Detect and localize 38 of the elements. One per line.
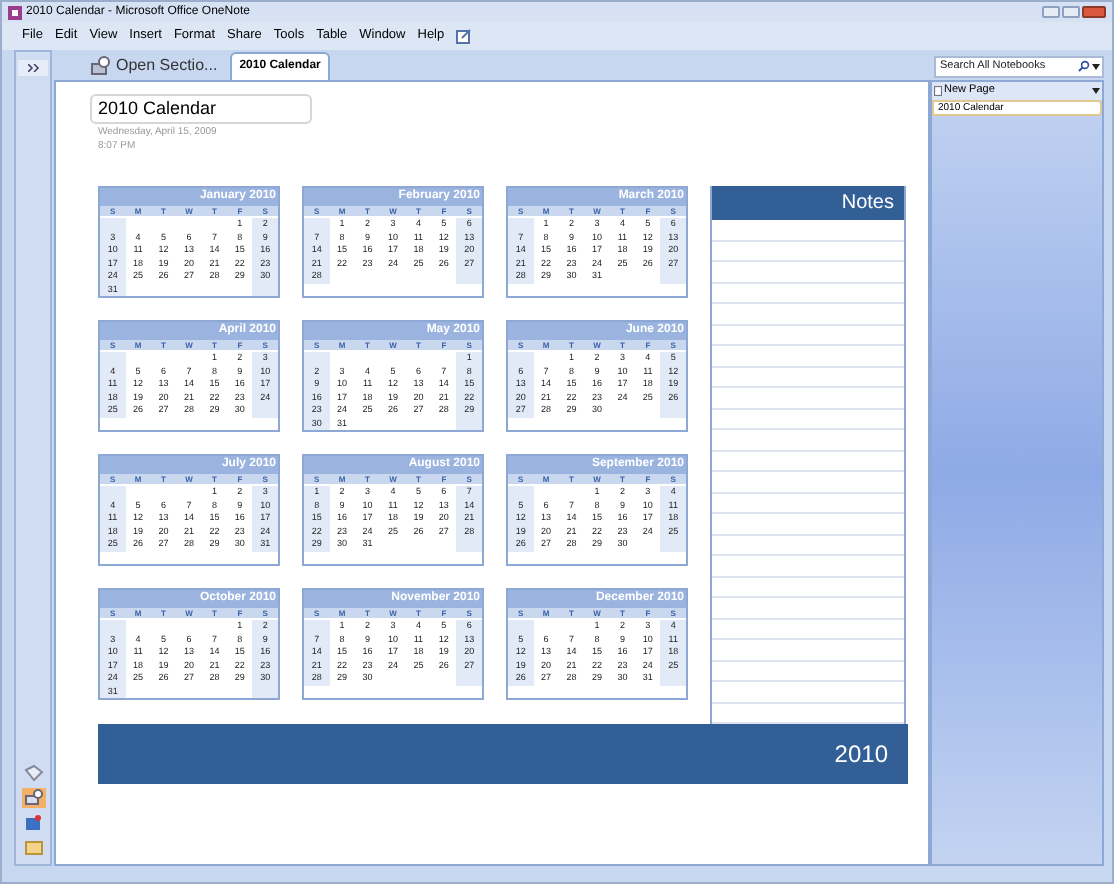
weekend-shading xyxy=(252,404,278,417)
notes-title: Notes xyxy=(712,186,904,220)
close-button[interactable] xyxy=(1082,6,1106,18)
page-title-field[interactable]: 2010 Calendar xyxy=(90,94,312,124)
weekend-shading xyxy=(456,270,482,283)
weekend-shading xyxy=(304,620,330,633)
weekend-shading xyxy=(508,218,534,231)
window-icon[interactable] xyxy=(456,28,473,44)
weekend-shading xyxy=(100,486,126,499)
section-tab[interactable]: Open Sectio... xyxy=(82,52,226,80)
weekend-shading xyxy=(304,352,330,365)
app-icon xyxy=(8,5,22,19)
page-icon xyxy=(934,86,942,96)
minimize-button[interactable] xyxy=(1042,6,1060,18)
weekend-shading xyxy=(100,620,126,633)
weekend-shading xyxy=(508,620,534,633)
weekend-shading xyxy=(508,352,534,365)
maximize-button[interactable] xyxy=(1062,6,1080,18)
weekend-shading xyxy=(660,404,686,417)
weekend-shading xyxy=(660,270,686,283)
search-icon xyxy=(1078,60,1090,72)
dropdown-caret-icon[interactable] xyxy=(1092,63,1100,69)
weekend-shading xyxy=(660,672,686,685)
notebook-icon[interactable] xyxy=(21,788,45,808)
folder-icon[interactable] xyxy=(23,838,43,856)
dropdown-caret-icon[interactable] xyxy=(1092,88,1100,94)
notebook-icon xyxy=(90,56,112,76)
expand-button[interactable] xyxy=(18,60,48,76)
weekend-shading xyxy=(100,218,126,231)
banner-year: 2010 xyxy=(834,738,888,772)
weekend-shading xyxy=(508,486,534,499)
chevrons-icon xyxy=(27,64,39,72)
weekend-shading xyxy=(304,218,330,231)
tags-icon[interactable] xyxy=(23,764,43,782)
weekend-shading xyxy=(456,672,482,685)
weekend-shading xyxy=(456,538,482,551)
weekend-shading xyxy=(100,352,126,365)
weekend-shading xyxy=(660,538,686,551)
